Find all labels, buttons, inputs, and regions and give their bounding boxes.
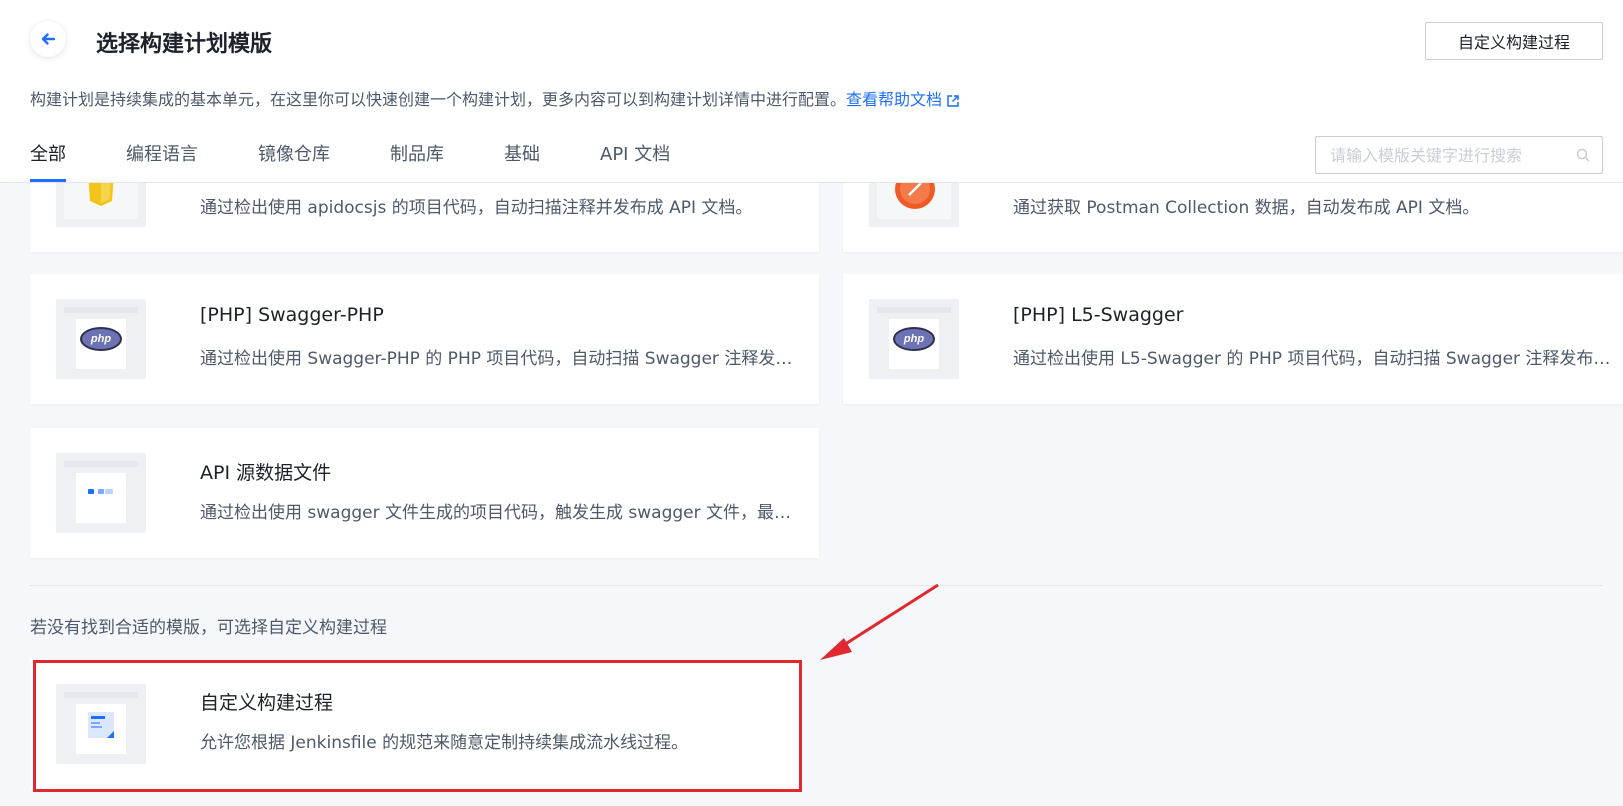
arrow-left-icon bbox=[41, 33, 56, 45]
search-icon[interactable] bbox=[1576, 148, 1590, 162]
tab-programming-language[interactable]: 编程语言 bbox=[126, 138, 198, 182]
description-text: 构建计划是持续集成的基本单元，在这里你可以快速创建一个构建计划，更多内容可以到构… bbox=[30, 90, 847, 109]
category-tabs: 全部 编程语言 镜像仓库 制品库 基础 API 文档 bbox=[30, 138, 730, 182]
php-badge: php bbox=[893, 327, 935, 351]
tab-basic[interactable]: 基础 bbox=[504, 138, 540, 182]
tab-image-registry[interactable]: 镜像仓库 bbox=[258, 138, 330, 182]
template-card-api-source[interactable]: API 源数据文件 通过检出使用 swagger 文件生成的项目代码，触发生成 … bbox=[30, 428, 819, 558]
template-desc: 通过检出使用 L5-Swagger 的 PHP 项目代码，自动扫描 Swagge… bbox=[1013, 349, 1613, 369]
search-input[interactable] bbox=[1328, 144, 1576, 166]
php-badge: php bbox=[80, 327, 122, 351]
back-button[interactable] bbox=[30, 21, 66, 57]
tab-all[interactable]: 全部 bbox=[30, 138, 66, 182]
section-divider bbox=[30, 585, 1603, 586]
template-desc: 通过检出使用 swagger 文件生成的项目代码，触发生成 swagger 文件… bbox=[200, 503, 800, 523]
custom-build-button[interactable]: 自定义构建过程 bbox=[1425, 22, 1603, 60]
external-link-icon[interactable] bbox=[946, 94, 960, 108]
template-title: [PHP] L5-Swagger bbox=[1013, 304, 1184, 326]
template-search bbox=[1315, 136, 1603, 174]
template-desc: 通过检出使用 Swagger-PHP 的 PHP 项目代码，自动扫描 Swagg… bbox=[200, 349, 800, 369]
custom-hint: 若没有找到合适的模版，可选择自定义构建过程 bbox=[30, 618, 387, 638]
php-icon: php bbox=[56, 299, 146, 379]
template-desc: 通过检出使用 apidocsjs 的项目代码，自动扫描注释并发布成 API 文档… bbox=[200, 198, 753, 218]
template-title: 自定义构建过程 bbox=[200, 692, 334, 714]
page-description: 构建计划是持续集成的基本单元，在这里你可以快速创建一个构建计划，更多内容可以到构… bbox=[30, 86, 960, 110]
template-card-swagger-php[interactable]: php [PHP] Swagger-PHP 通过检出使用 Swagger-PHP… bbox=[30, 274, 819, 404]
php-icon: php bbox=[869, 299, 959, 379]
template-card-custom-build[interactable]: 自定义构建过程 允许您根据 Jenkinsfile 的规范来随意定制持续集成流水… bbox=[30, 658, 800, 790]
template-desc: 允许您根据 Jenkinsfile 的规范来随意定制持续集成流水线过程。 bbox=[200, 733, 689, 753]
custom-build-icon bbox=[56, 684, 146, 764]
page-title: 选择构建计划模版 bbox=[96, 32, 273, 57]
template-title: API 源数据文件 bbox=[200, 462, 332, 484]
api-source-icon bbox=[56, 453, 146, 533]
tab-api-docs[interactable]: API 文档 bbox=[600, 138, 670, 182]
template-desc: 通过获取 Postman Collection 数据，自动发布成 API 文档。 bbox=[1013, 198, 1480, 218]
page-header: 选择构建计划模版 自定义构建过程 构建计划是持续集成的基本单元，在这里你可以快速… bbox=[0, 0, 1623, 183]
template-title: [PHP] Swagger-PHP bbox=[200, 304, 384, 326]
help-docs-link[interactable]: 查看帮助文档 bbox=[846, 90, 942, 109]
tab-artifact-repository[interactable]: 制品库 bbox=[390, 138, 444, 182]
template-card-l5-swagger[interactable]: php [PHP] L5-Swagger 通过检出使用 L5-Swagger 的… bbox=[843, 274, 1623, 404]
